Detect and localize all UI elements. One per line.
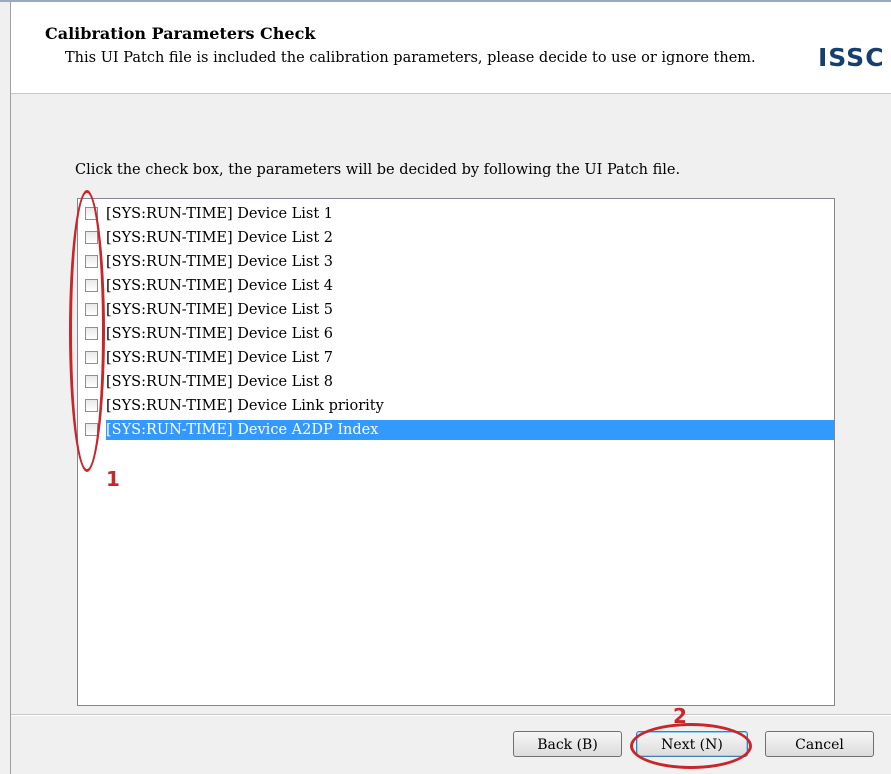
checkbox[interactable]: [85, 279, 98, 292]
parameter-checklist[interactable]: [SYS:RUN-TIME] Device List 1 [SYS:RUN-TI…: [77, 198, 835, 706]
list-item-label: [SYS:RUN-TIME] Device List 5: [106, 302, 334, 318]
back-button[interactable]: Back (B): [513, 731, 622, 757]
list-item-label: [SYS:RUN-TIME] Device Link priority: [106, 398, 384, 414]
annotation-number-2: 2: [673, 704, 687, 728]
list-item[interactable]: [SYS:RUN-TIME] Device List 4: [78, 274, 834, 298]
checkbox[interactable]: [85, 375, 98, 388]
list-item[interactable]: [SYS:RUN-TIME] Device List 3: [78, 250, 834, 274]
list-item-label: [SYS:RUN-TIME] Device List 1: [106, 206, 334, 222]
list-item[interactable]: [SYS:RUN-TIME] Device List 2: [78, 226, 834, 250]
footer-divider-highlight: [11, 715, 891, 716]
list-item[interactable]: [SYS:RUN-TIME] Device List 1: [78, 202, 834, 226]
list-item[interactable]: [SYS:RUN-TIME] Device List 6: [78, 322, 834, 346]
annotation-number-1: 1: [106, 467, 120, 491]
list-item-label: [SYS:RUN-TIME] Device List 7: [106, 350, 334, 366]
calibration-wizard-window: Calibration Parameters Check This UI Pat…: [0, 0, 891, 774]
page-subtitle: This UI Patch file is included the calib…: [65, 50, 756, 66]
page-title: Calibration Parameters Check: [45, 24, 316, 43]
list-item[interactable]: [SYS:RUN-TIME] Device List 5: [78, 298, 834, 322]
issc-logo: ISSC: [818, 43, 885, 72]
next-button[interactable]: Next (N): [636, 731, 748, 757]
list-item[interactable]: [SYS:RUN-TIME] Device Link priority: [78, 394, 834, 418]
list-item-label: [SYS:RUN-TIME] Device A2DP Index: [106, 420, 834, 440]
wizard-header: Calibration Parameters Check This UI Pat…: [11, 2, 891, 94]
checkbox[interactable]: [85, 351, 98, 364]
checkbox[interactable]: [85, 303, 98, 316]
cancel-button[interactable]: Cancel: [765, 731, 874, 757]
list-item-label: [SYS:RUN-TIME] Device List 2: [106, 230, 334, 246]
list-item-selected[interactable]: [SYS:RUN-TIME] Device A2DP Index: [78, 418, 834, 442]
list-item[interactable]: [SYS:RUN-TIME] Device List 7: [78, 346, 834, 370]
checkbox[interactable]: [85, 399, 98, 412]
window-left-border: [10, 2, 11, 774]
checkbox[interactable]: [85, 423, 98, 436]
list-item-label: [SYS:RUN-TIME] Device List 6: [106, 326, 334, 342]
checkbox[interactable]: [85, 255, 98, 268]
checkbox[interactable]: [85, 207, 98, 220]
list-item-label: [SYS:RUN-TIME] Device List 4: [106, 278, 334, 294]
checkbox[interactable]: [85, 231, 98, 244]
list-item-label: [SYS:RUN-TIME] Device List 8: [106, 374, 334, 390]
instruction-text: Click the check box, the parameters will…: [75, 162, 681, 178]
list-item[interactable]: [SYS:RUN-TIME] Device List 8: [78, 370, 834, 394]
list-item-label: [SYS:RUN-TIME] Device List 3: [106, 254, 334, 270]
checkbox[interactable]: [85, 327, 98, 340]
